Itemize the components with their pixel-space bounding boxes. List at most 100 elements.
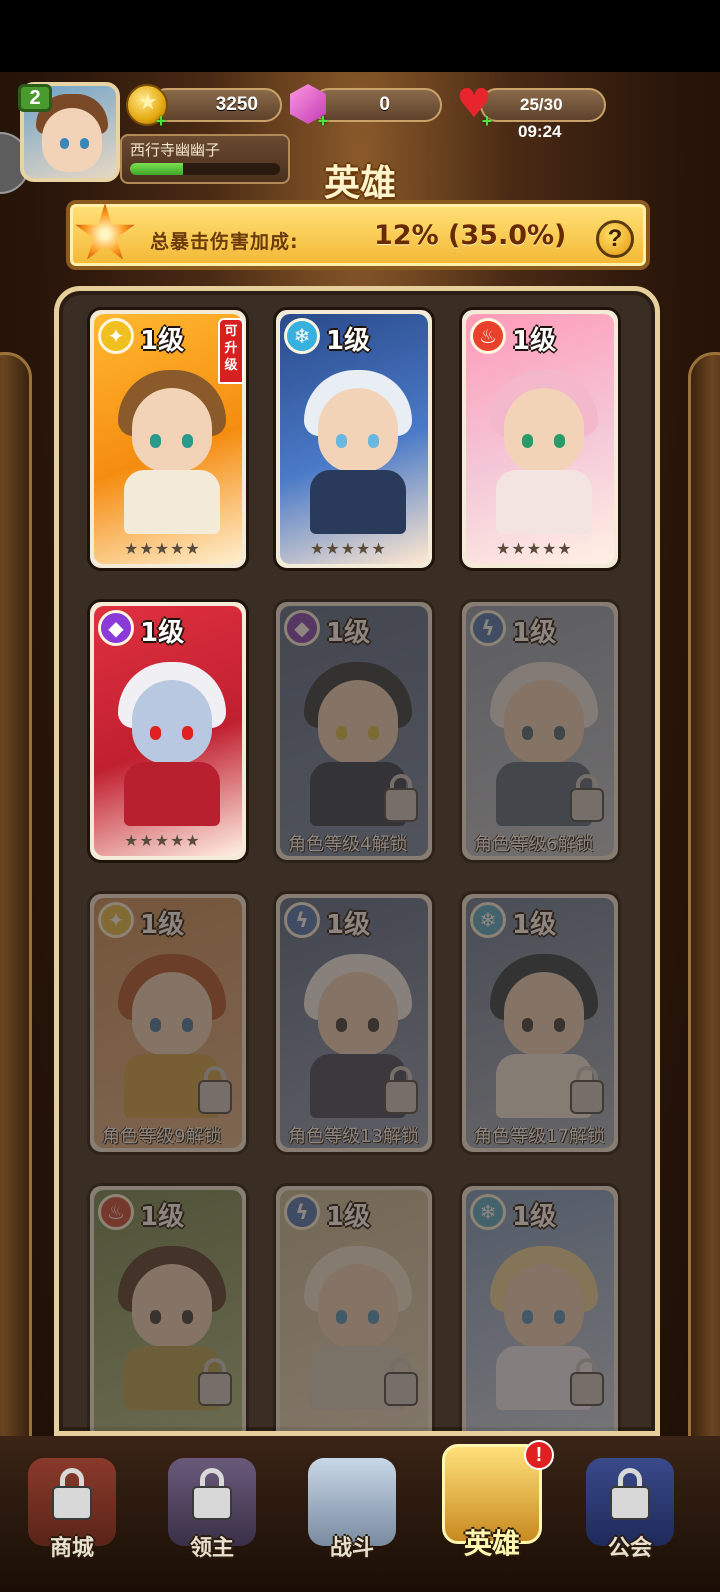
- hero-face: [504, 972, 584, 1056]
- shadow-element-icon: ◆: [98, 610, 134, 646]
- lightning-element-icon: ϟ: [284, 902, 320, 938]
- hero-level-label: 1级: [326, 326, 371, 356]
- energy-value: 25/30: [520, 95, 563, 114]
- lock-icon: [570, 788, 604, 822]
- hero-eye: [336, 1018, 347, 1032]
- fire-element-icon: ♨: [98, 1194, 134, 1230]
- shadow-element-icon: ◆: [284, 610, 320, 646]
- player-name-panel[interactable]: 西行寺幽幽子: [120, 134, 290, 184]
- status-bar-area: [0, 0, 720, 72]
- add-gem-button[interactable]: +: [314, 112, 332, 130]
- nav-guild-tab[interactable]: 公会: [578, 1450, 682, 1562]
- nav-guild-label: 公会: [607, 1536, 652, 1561]
- add-gold-button[interactable]: +: [152, 112, 170, 130]
- nav-shop-label: 商城: [49, 1536, 94, 1561]
- lock-icon: [384, 1372, 418, 1406]
- nav-battle-tab[interactable]: 战斗: [300, 1450, 404, 1562]
- hero-eye: [182, 726, 193, 740]
- hero-level-label: 1级: [512, 618, 557, 648]
- hero-unlock-requirement: 角色等级4解锁: [288, 834, 408, 855]
- hero-star-rating: ★★★★★: [124, 539, 201, 558]
- hero-eye: [150, 726, 161, 740]
- avatar-face: [42, 108, 102, 172]
- hero-card[interactable]: ✦ 1级角色等级9解锁: [87, 891, 249, 1155]
- hero-eye: [554, 726, 565, 740]
- hero-eye: [522, 726, 533, 740]
- hero-eye: [522, 434, 533, 448]
- hero-eye: [336, 434, 347, 448]
- hero-eye: [522, 1018, 533, 1032]
- hero-eye: [368, 434, 379, 448]
- hero-unlock-requirement: 角色等级13解锁: [288, 1126, 419, 1147]
- hero-card[interactable]: ❄ 1级 ★★★★★: [273, 307, 435, 571]
- hero-eye: [368, 1310, 379, 1324]
- lightning-element-icon: ϟ: [470, 610, 506, 646]
- hero-list-panel[interactable]: ✦ 1级 可升级 ★★★★★ ❄ 1级 ★★★★★ ♨ 1级 ★★★★★ ◆ 1级 ★★★★★ ◆ 1级 角色…: [54, 286, 660, 1436]
- avatar-eye: [80, 138, 89, 149]
- hero-face: [318, 972, 398, 1056]
- hero-card[interactable]: ♨ 1级 ★★★★★: [459, 307, 621, 571]
- lock-icon: [384, 788, 418, 822]
- hero-card[interactable]: ♨ 1级: [87, 1183, 249, 1431]
- hero-level-label: 1级: [140, 910, 185, 940]
- hero-card[interactable]: ◆ 1级角色等级4解锁: [273, 599, 435, 863]
- nav-shop-tab[interactable]: 商城: [20, 1450, 124, 1562]
- hero-card[interactable]: ❄ 1级 角色等级17解锁: [459, 891, 621, 1155]
- crit-bonus-label: 总暴击伤害加成:: [150, 231, 299, 253]
- player-xp-bar: [130, 163, 280, 175]
- lock-icon: [384, 1080, 418, 1114]
- hero-eye: [522, 1310, 533, 1324]
- hero-card[interactable]: ϟ 1级角色等级13解锁: [273, 891, 435, 1155]
- player-name: 西行寺幽幽子: [130, 141, 221, 159]
- hero-level-label: 1级: [326, 618, 371, 648]
- hero-star-rating: ★★★★★: [310, 539, 387, 558]
- energy-timer: 09:24: [518, 122, 562, 141]
- right-decor-pillar: [688, 352, 720, 1502]
- hero-face: [132, 1264, 212, 1348]
- hero-eye: [150, 1018, 161, 1032]
- hero-unlock-requirement: 角色等级9解锁: [102, 1126, 222, 1147]
- hero-face: [132, 680, 212, 764]
- hero-level-label: 1级: [326, 1202, 371, 1232]
- hero-card[interactable]: ϟ 1级角色等级6解锁: [459, 599, 621, 863]
- player-level-badge: 2: [18, 84, 52, 112]
- hero-card[interactable]: ◆ 1级 ★★★★★: [87, 599, 249, 863]
- hero-eye: [554, 1018, 565, 1032]
- hero-card[interactable]: ❄ 1级: [459, 1183, 621, 1431]
- hero-body: [124, 470, 220, 534]
- hero-unlock-requirement: 角色等级6解锁: [474, 834, 594, 855]
- lock-icon: [610, 1486, 650, 1520]
- lock-icon: [192, 1486, 232, 1520]
- hero-body: [496, 470, 592, 534]
- hero-eye: [368, 726, 379, 740]
- gold-value: 3250: [215, 94, 258, 115]
- lock-icon: [198, 1372, 232, 1406]
- page-title: 英雄: [323, 163, 396, 204]
- hero-eye: [182, 1310, 193, 1324]
- nav-lord-label: 领主: [189, 1536, 234, 1561]
- light-element-icon: ✦: [98, 318, 134, 354]
- help-button[interactable]: ?: [596, 220, 634, 258]
- hero-level-label: 1级: [512, 326, 557, 356]
- avatar-eye: [60, 138, 69, 149]
- hero-level-label: 1级: [326, 910, 371, 940]
- hero-eye: [150, 434, 161, 448]
- hero-face: [132, 972, 212, 1056]
- hero-level-label: 1级: [140, 326, 185, 356]
- hero-level-label: 1级: [140, 618, 185, 648]
- hero-card[interactable]: ϟ 1级: [273, 1183, 435, 1431]
- hero-card[interactable]: ✦ 1级 可升级 ★★★★★: [87, 307, 249, 571]
- nav-heroes-tab[interactable]: 英雄: [440, 1444, 544, 1562]
- left-decor-pillar: [0, 352, 32, 1502]
- lock-icon: [570, 1372, 604, 1406]
- light-element-icon: ✦: [98, 902, 134, 938]
- hero-level-label: 1级: [140, 1202, 185, 1232]
- hero-eye: [336, 1310, 347, 1324]
- gem-value: 0: [379, 94, 390, 115]
- nav-lord-tab[interactable]: 领主: [160, 1450, 264, 1562]
- hero-face: [504, 388, 584, 472]
- hero-unlock-requirement: 角色等级17解锁: [474, 1126, 605, 1147]
- hero-face: [318, 680, 398, 764]
- add-energy-button[interactable]: +: [478, 112, 496, 130]
- energy-counter: 25/30: [480, 88, 606, 122]
